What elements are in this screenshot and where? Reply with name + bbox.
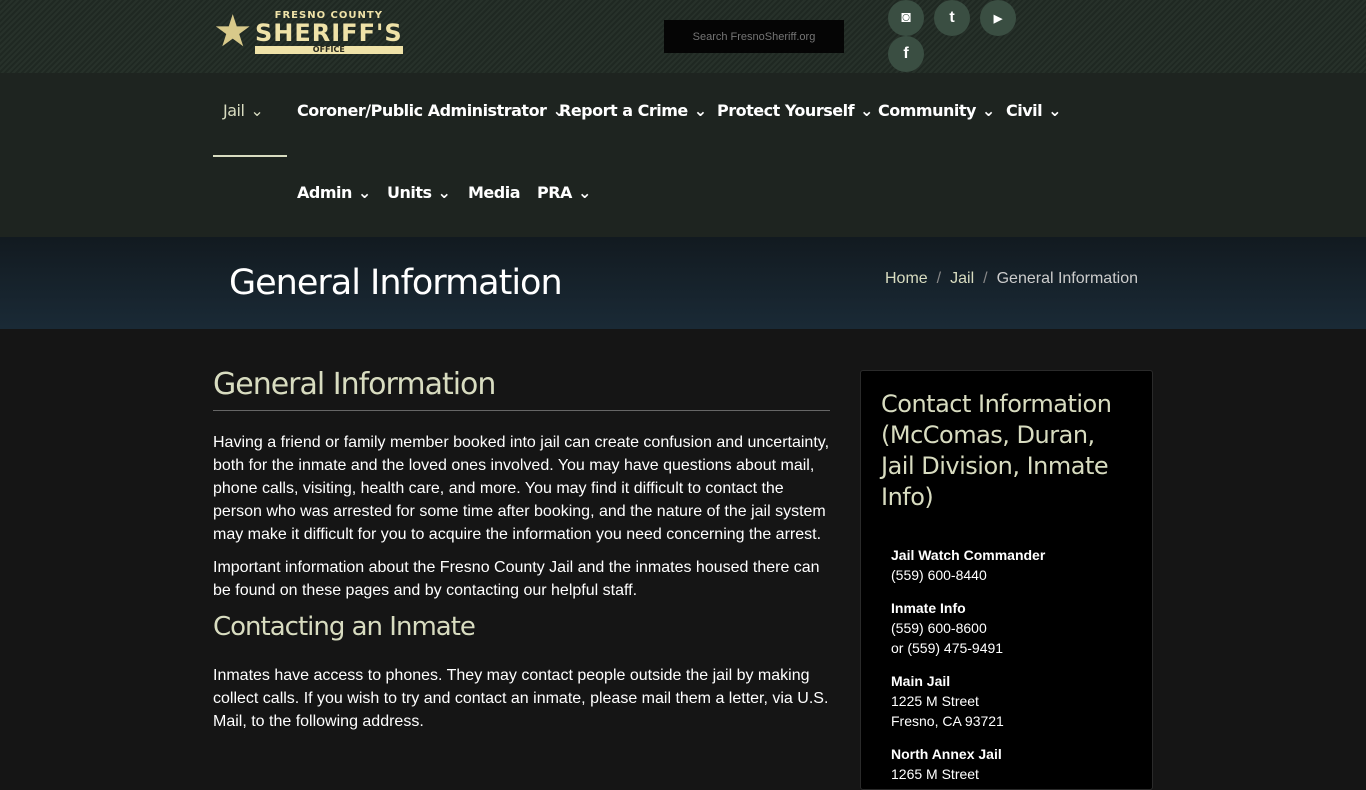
chevron-down-icon: ⌄ (860, 101, 873, 120)
contact-label: Jail Watch Commander (891, 547, 1046, 563)
chevron-down-icon: ⌄ (250, 101, 264, 120)
nav-label: Units (387, 183, 432, 202)
contact-phone: or (559) 475-9491 (891, 640, 1004, 656)
nav-media[interactable]: Media (468, 183, 521, 202)
contact-label: North Annex Jail (891, 746, 1002, 762)
nav-label: Community (878, 101, 976, 120)
main-nav: Jail ⌄ Coroner/Public Administrator ⌄ Repo… (0, 73, 1366, 237)
breadcrumb: Home / Jail / General Information (885, 270, 1138, 288)
chevron-down-icon: ⌄ (693, 101, 707, 120)
contact-address: 1225 M Street (891, 693, 979, 709)
logo-line-3: OFFICE (255, 45, 403, 54)
contact-label: Main Jail (891, 673, 951, 689)
nav-label: PRA (537, 183, 572, 202)
contact-block: Jail Watch Commander (559) 600-8440 (891, 545, 1152, 585)
contact-address: Fresno, CA 93721 (891, 713, 1004, 729)
twitter-icon[interactable]: t (934, 0, 970, 36)
nav-protect-yourself[interactable]: Protect Yourself ⌄ (717, 101, 873, 120)
nav-label: Admin (297, 183, 352, 202)
nav-pra[interactable]: PRA ⌄ (537, 183, 591, 202)
facebook-icon[interactable]: f (888, 36, 924, 72)
contacting-inmate-heading: Contacting an Inmate (213, 612, 476, 642)
nav-admin[interactable]: Admin ⌄ (297, 183, 371, 202)
instagram-icon[interactable]: ◙ (888, 0, 924, 36)
chevron-down-icon: ⌄ (437, 183, 451, 202)
nav-report-crime[interactable]: Report a Crime ⌄ (559, 101, 707, 120)
youtube-icon[interactable]: ▶ (980, 0, 1016, 36)
breadcrumb-separator: / (983, 270, 988, 287)
nav-units[interactable]: Units ⌄ (387, 183, 451, 202)
sidebar-title: Contact Information (McComas, Duran, Jai… (881, 390, 1112, 511)
main-content: General Information Having a friend or f… (213, 367, 830, 733)
nav-coroner[interactable]: Coroner/Public Administrator ⌄ (297, 101, 566, 120)
active-nav-underline (213, 155, 287, 157)
nav-jail[interactable]: Jail ⌄ (223, 101, 264, 120)
nav-label: Jail (223, 101, 245, 120)
info-paragraph: Important information about the Fresno C… (213, 559, 820, 599)
nav-label: Media (468, 183, 521, 202)
contact-phone: (559) 600-8600 (891, 620, 987, 636)
contact-address: 1265 M Street (891, 766, 979, 782)
contact-block: North Annex Jail 1265 M Street (891, 744, 1152, 784)
logo-line-2: SHERIFF'S (255, 18, 403, 47)
contact-phone: (559) 600-8440 (891, 567, 987, 583)
contacting-paragraph: Inmates have access to phones. They may … (213, 667, 829, 730)
intro-paragraph: Having a friend or family member booked … (213, 434, 830, 543)
breadcrumb-jail[interactable]: Jail (950, 270, 974, 287)
section-heading: General Information (213, 367, 830, 411)
nav-label: Protect Yourself (717, 101, 855, 120)
contact-block: Inmate Info (559) 600-8600 or (559) 475-94… (891, 598, 1152, 658)
breadcrumb-separator: / (936, 270, 942, 287)
chevron-down-icon: ⌄ (357, 183, 371, 202)
page-title: General Information (229, 263, 563, 303)
chevron-down-icon: ⌄ (577, 183, 591, 202)
search-input[interactable] (664, 20, 844, 53)
badge-star-icon: ★ (213, 7, 253, 56)
breadcrumb-current: General Information (996, 270, 1138, 287)
nav-community[interactable]: Community ⌄ (878, 101, 995, 120)
breadcrumb-home[interactable]: Home (885, 270, 928, 287)
contact-label: Inmate Info (891, 600, 966, 616)
nav-label: Civil (1006, 101, 1043, 120)
contact-block: Main Jail 1225 M Street Fresno, CA 93721 (891, 671, 1152, 731)
sheriff-logo[interactable]: ★ FRESNO COUNTY SHERIFF'S OFFICE (213, 8, 428, 56)
nav-label: Report a Crime (559, 101, 688, 120)
contact-sidebar: Contact Information (McComas, Duran, Jai… (860, 370, 1153, 790)
top-bar: ★ FRESNO COUNTY SHERIFF'S OFFICE ◙ t ▶ f (0, 0, 1366, 73)
nav-civil[interactable]: Civil ⌄ (1006, 101, 1062, 120)
nav-label: Coroner/Public Administrator (297, 101, 547, 120)
chevron-down-icon: ⌄ (1048, 101, 1062, 120)
chevron-down-icon: ⌄ (981, 101, 995, 120)
page-banner: General Information Home / Jail / General In… (0, 237, 1366, 329)
